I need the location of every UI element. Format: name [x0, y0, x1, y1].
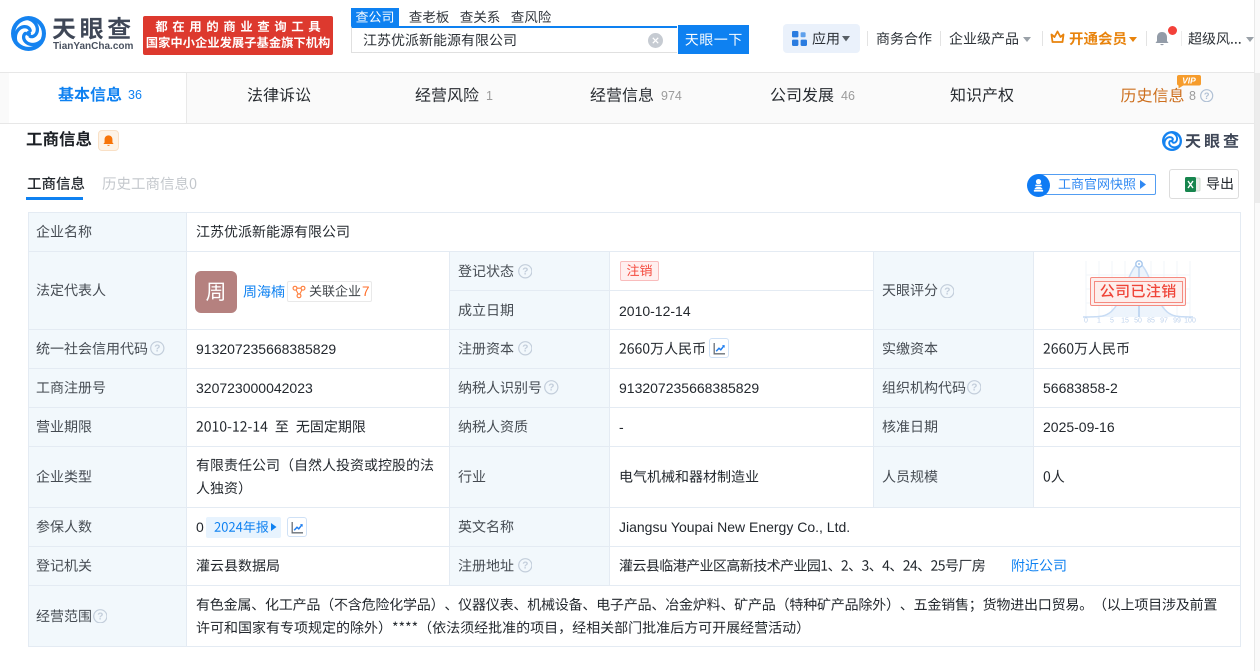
svg-text:99: 99 [1173, 318, 1181, 325]
svg-text:?: ? [97, 611, 103, 622]
svg-text:1: 1 [1097, 318, 1101, 325]
svg-text:15: 15 [1121, 318, 1129, 325]
svg-text:0: 0 [1084, 318, 1088, 325]
svg-text:VIP: VIP [1182, 75, 1196, 85]
svg-text:?: ? [944, 286, 950, 297]
svg-text:?: ? [522, 267, 528, 278]
svg-text:?: ? [548, 383, 554, 394]
svg-text:85: 85 [1147, 318, 1155, 325]
svg-text:?: ? [522, 561, 528, 572]
svg-text:100: 100 [1184, 318, 1196, 325]
svg-text:?: ? [522, 344, 528, 355]
svg-text:?: ? [971, 383, 977, 394]
svg-text:50: 50 [1134, 318, 1142, 325]
svg-text:?: ? [1204, 91, 1210, 101]
svg-text:5: 5 [1110, 318, 1114, 325]
svg-text:?: ? [154, 344, 160, 355]
svg-text:97: 97 [1160, 318, 1168, 325]
